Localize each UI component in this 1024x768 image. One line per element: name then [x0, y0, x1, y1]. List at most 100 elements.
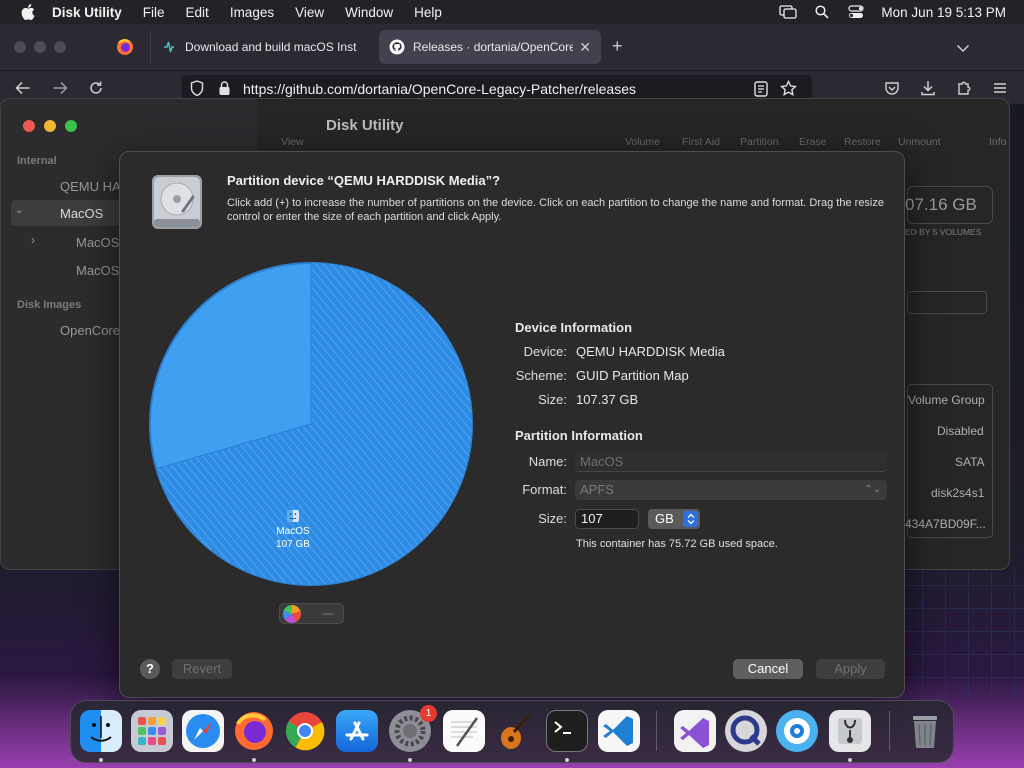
size-unit-select[interactable]: GB	[648, 509, 700, 529]
dock-visual-studio-icon[interactable]	[674, 710, 716, 752]
menu-app-name[interactable]: Disk Utility	[52, 5, 122, 20]
dock-textedit-icon[interactable]	[443, 710, 485, 752]
revert-button[interactable]: Revert	[172, 659, 232, 679]
add-partition-button[interactable]	[281, 605, 303, 623]
tab-download-macos[interactable]: Download and build macOS Inst	[150, 30, 376, 64]
apply-button[interactable]: Apply	[816, 659, 885, 679]
zoom-window-icon[interactable]	[54, 41, 66, 53]
sidebar-item-label: MacOS	[60, 206, 104, 221]
sidebar-item-macos-data[interactable]: MacOS	[76, 263, 119, 278]
cancel-button[interactable]: Cancel	[733, 659, 803, 679]
toolbar-restore[interactable]: Restore	[844, 136, 881, 148]
partition-size-label: Size:	[538, 511, 567, 526]
dock-trash-icon[interactable]	[904, 710, 946, 752]
hamburger-menu-icon[interactable]	[991, 79, 1009, 97]
detail-type: Volume Group	[908, 393, 985, 407]
downloads-icon[interactable]	[919, 79, 937, 97]
detail-connection: SATA	[955, 455, 985, 469]
tab-label: Releases · dortania/OpenCore-L	[413, 40, 574, 54]
spotlight-search-icon[interactable]	[813, 5, 831, 19]
dock-app-store-icon[interactable]	[336, 710, 378, 752]
dock-vscode-icon[interactable]	[598, 710, 640, 752]
toolbar-partition[interactable]: Partition	[740, 136, 779, 148]
partition-name-field[interactable]: MacOS	[575, 452, 887, 472]
extensions-puzzle-icon[interactable]	[955, 79, 973, 97]
dock-chrome-icon[interactable]	[284, 710, 326, 752]
list-all-tabs-chevron-icon[interactable]	[956, 40, 970, 58]
device-information-heading: Device Information	[515, 320, 633, 335]
url-text: https://github.com/dortania/OpenCore-Leg…	[243, 81, 636, 97]
toolbar-erase[interactable]: Erase	[799, 136, 826, 148]
dock-separator	[656, 711, 657, 751]
toolbar-view[interactable]: View	[281, 136, 304, 148]
pie-partition-label[interactable]: MacOS 107 GB	[268, 509, 318, 551]
dock-system-settings-icon[interactable]: 1	[389, 705, 437, 752]
disclosure-chevron-icon[interactable]: ›	[31, 233, 35, 247]
menu-help[interactable]: Help	[414, 5, 442, 20]
format-select[interactable]: APFS ⌃⌄	[575, 480, 887, 500]
dock-quicktime-icon[interactable]	[725, 710, 767, 752]
menu-images[interactable]: Images	[230, 5, 274, 20]
remove-partition-button[interactable]: —	[313, 605, 343, 623]
capacity-value: 07.16 GB	[905, 195, 977, 214]
menu-edit[interactable]: Edit	[186, 5, 209, 20]
menu-file[interactable]: File	[143, 5, 165, 20]
detail-device: disk2s4s1	[931, 486, 985, 500]
dock-terminal-icon[interactable]	[546, 710, 588, 752]
shared-volumes-note: ED BY 5 VOLUMES	[905, 227, 982, 237]
toolbar-volume[interactable]: Volume	[625, 136, 660, 148]
du-window-title: Disk Utility	[326, 117, 404, 134]
pocket-icon[interactable]	[883, 79, 901, 97]
menu-window[interactable]: Window	[345, 5, 393, 20]
help-button[interactable]: ?	[140, 659, 160, 679]
browser-window: Download and build macOS Inst Releases ·…	[0, 24, 1024, 104]
back-arrow-icon[interactable]	[14, 79, 32, 97]
sidebar-item-qemu[interactable]: QEMU HA	[60, 179, 121, 194]
sidebar-item-macos-volume[interactable]: MacOS	[76, 235, 119, 250]
device-value: QEMU HARDDISK Media	[576, 344, 725, 359]
tab-releases[interactable]: Releases · dortania/OpenCore-L ✕	[379, 30, 601, 64]
running-indicator	[252, 758, 256, 762]
partition-size-field[interactable]: 107	[575, 509, 639, 529]
up-down-chevron-icon	[683, 511, 698, 527]
toolbar-unmount[interactable]: Unmount	[898, 136, 941, 148]
reload-icon[interactable]	[87, 79, 105, 97]
close-window-icon[interactable]	[14, 41, 26, 53]
close-window-icon[interactable]	[23, 120, 35, 132]
toolbar-first-aid[interactable]: First Aid	[682, 136, 720, 148]
github-icon	[389, 39, 405, 55]
apple-menu-icon[interactable]	[18, 4, 38, 20]
name-label: Name:	[528, 454, 567, 469]
menu-clock[interactable]: Mon Jun 19 5:13 PM	[881, 5, 1006, 20]
pie-label-name: MacOS	[276, 526, 310, 537]
dock-garageband-icon[interactable]	[494, 710, 536, 752]
disclosure-chevron-icon[interactable]: ⌄	[15, 205, 23, 216]
device-label: Device:	[523, 344, 567, 359]
toolbar-info[interactable]: Info	[989, 136, 1007, 148]
sheet-title: Partition device “QEMU HARDDISK Media”?	[227, 173, 501, 188]
dock-launchpad-icon[interactable]	[131, 710, 173, 752]
new-tab-button[interactable]: +	[612, 37, 623, 55]
wallpaper-grid	[900, 570, 1024, 700]
zoom-window-icon[interactable]	[65, 120, 77, 132]
dock-disk-utility-icon[interactable]	[829, 710, 871, 752]
menu-view[interactable]: View	[295, 5, 324, 20]
scheme-value: GUID Partition Map	[576, 368, 689, 383]
firefox-pinned-tab-icon[interactable]	[116, 38, 134, 56]
forward-arrow-icon[interactable]	[51, 79, 69, 97]
detail-encryption: Disabled	[937, 424, 984, 438]
control-center-icon[interactable]	[847, 5, 865, 19]
tab-label: Download and build macOS Inst	[185, 40, 357, 54]
tab-bar: Download and build macOS Inst Releases ·…	[0, 24, 1024, 70]
minimize-window-icon[interactable]	[44, 120, 56, 132]
dock-disk-utility-alt-icon[interactable]	[776, 710, 818, 752]
used-space-note: This container has 75.72 GB used space.	[576, 538, 778, 550]
dock-safari-icon[interactable]	[182, 710, 224, 752]
notification-badge: 1	[420, 705, 437, 722]
dock-firefox-icon[interactable]	[233, 710, 275, 752]
sidebar-item-opencore[interactable]: OpenCore	[60, 323, 120, 338]
screen-mirroring-icon[interactable]	[779, 5, 798, 19]
close-tab-icon[interactable]: ✕	[579, 39, 591, 56]
dock-finder-icon[interactable]	[80, 710, 122, 752]
minimize-window-icon[interactable]	[34, 41, 46, 53]
